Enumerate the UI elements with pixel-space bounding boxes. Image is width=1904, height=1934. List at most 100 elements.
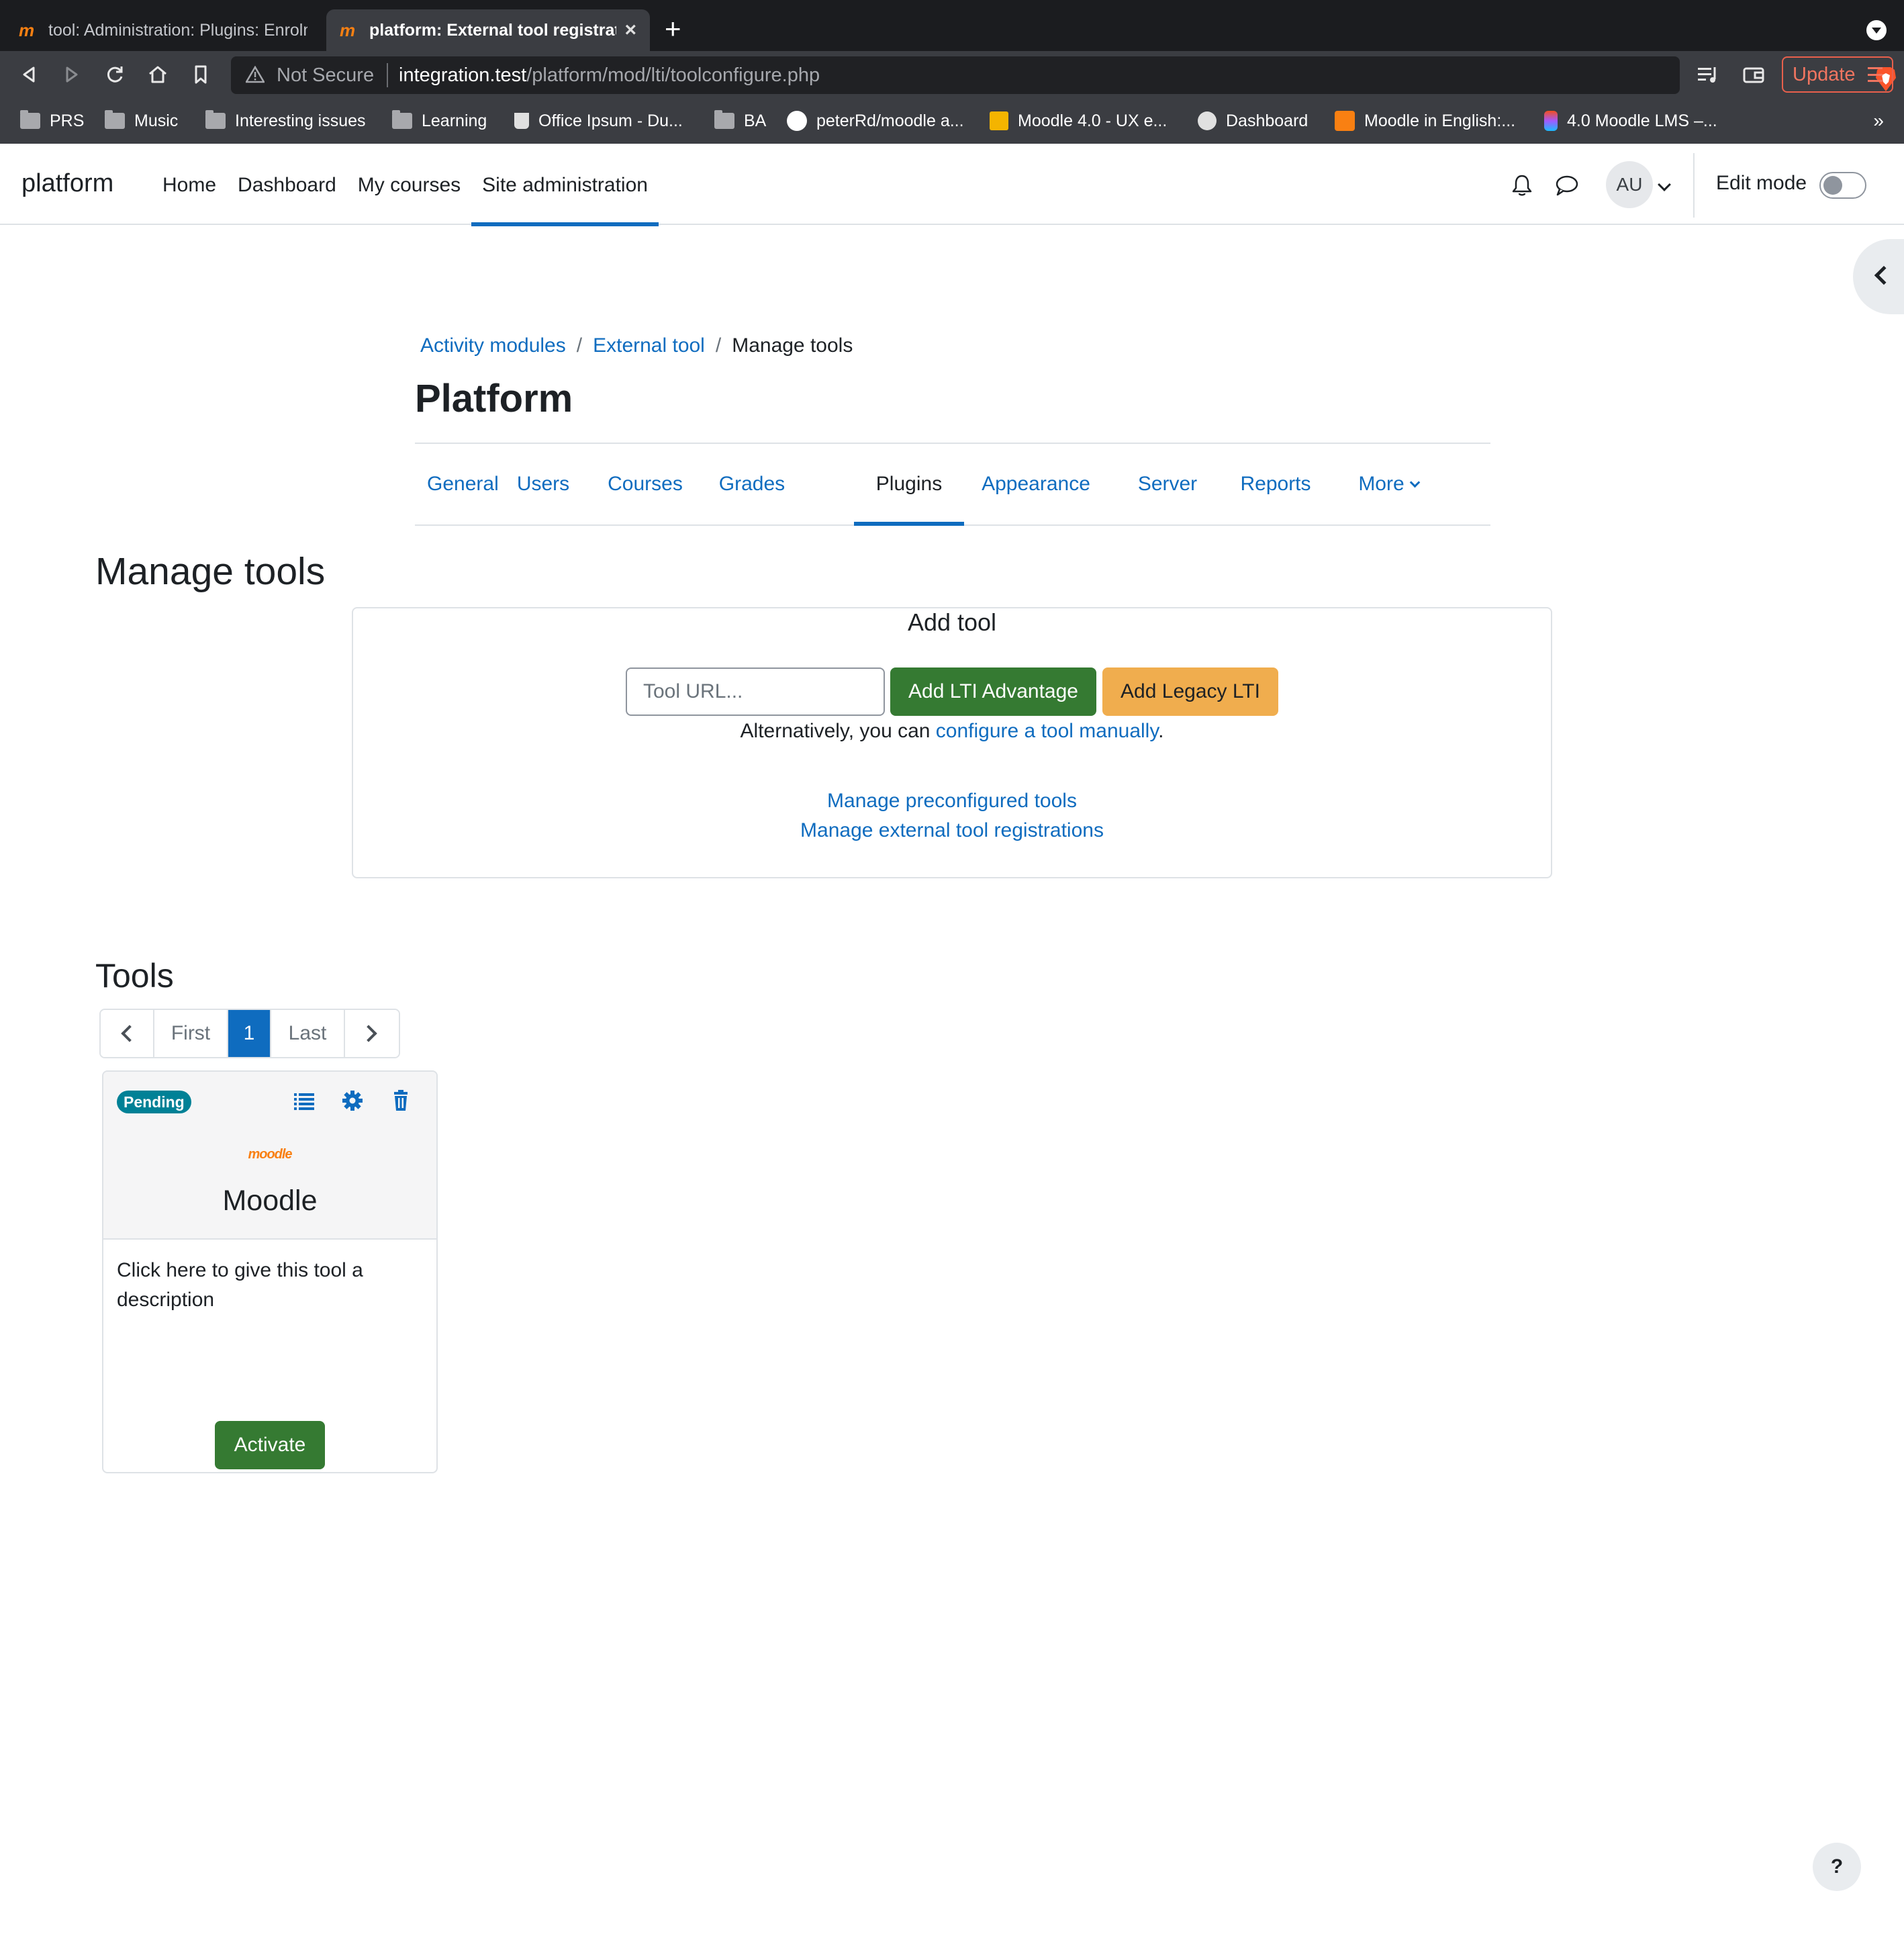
nav-my-courses[interactable]: My courses (347, 144, 471, 225)
configure-manually-link[interactable]: configure a tool manually (936, 720, 1158, 742)
secondary-navigation: General Users Courses Grades Plugins App… (415, 444, 1490, 526)
pagination: First 1 Last (99, 1009, 400, 1058)
url-separator (387, 63, 388, 87)
chevron-left-icon (1874, 265, 1894, 285)
folder-icon (205, 110, 226, 129)
bookmark-item[interactable]: Interesting issues (205, 107, 366, 134)
help-button[interactable]: ? (1813, 1843, 1861, 1891)
add-tool-title: Add tool (907, 608, 997, 636)
slides-icon (990, 111, 1008, 130)
tab-plugins[interactable]: Plugins (854, 444, 964, 526)
bookmark-item[interactable]: BA (714, 107, 766, 134)
globe-icon (1198, 111, 1217, 130)
tab-general[interactable]: General (427, 444, 499, 524)
url-text: integration.test/platform/mod/lti/toolco… (399, 64, 820, 86)
bookmark-item[interactable]: Learning (392, 107, 487, 134)
user-avatar[interactable]: AU (1606, 161, 1653, 208)
pagination-previous[interactable] (101, 1010, 154, 1057)
breadcrumb-activity-modules[interactable]: Activity modules (420, 334, 566, 357)
messages-icon[interactable] (1555, 175, 1579, 196)
manage-preconfigured-tools-link[interactable]: Manage preconfigured tools (0, 790, 1904, 813)
primary-navigation: Home Dashboard My courses Site administr… (152, 144, 659, 226)
tab-courses[interactable]: Courses (603, 444, 687, 524)
address-bar[interactable]: Not Secure integration.test/platform/mod… (231, 56, 1896, 94)
tab-reports[interactable]: Reports (1233, 444, 1319, 524)
nav-site-administration[interactable]: Site administration (471, 144, 659, 226)
manage-external-tool-registrations-link[interactable]: Manage external tool registrations (0, 819, 1904, 842)
close-tab-icon[interactable]: × (624, 19, 636, 42)
notifications-bell-icon[interactable] (1511, 173, 1533, 197)
bookmark-icon[interactable] (189, 63, 212, 86)
browser-tab-active[interactable]: m platform: External tool registratio × (326, 9, 650, 51)
back-icon[interactable] (17, 63, 40, 86)
playlist-icon[interactable] (1696, 63, 1720, 86)
figma-icon (1544, 111, 1558, 131)
breadcrumb-separator: / (715, 334, 722, 357)
warning-icon (246, 66, 265, 83)
breadcrumb-external-tool[interactable]: External tool (593, 334, 705, 357)
pagination-last[interactable]: Last (271, 1010, 345, 1057)
bookmark-item[interactable]: Music (105, 107, 178, 134)
bookmark-item[interactable]: Dashboard (1198, 107, 1308, 134)
update-button[interactable]: Update (1782, 56, 1893, 93)
status-badge: Pending (117, 1091, 191, 1113)
nav-home[interactable]: Home (152, 144, 227, 225)
bookmark-item[interactable]: PRS (20, 107, 84, 134)
site-brand[interactable]: platform (21, 169, 113, 198)
bookmark-item[interactable]: Moodle 4.0 - UX e... (990, 107, 1167, 134)
bookmarks-overflow-icon[interactable]: » (1873, 110, 1884, 132)
breadcrumb: Activity modules / External tool / Manage to… (420, 334, 853, 357)
coffee-icon (514, 113, 529, 129)
menu-icon (1868, 67, 1883, 82)
edit-mode-toggle[interactable] (1819, 172, 1866, 199)
open-block-drawer-button[interactable] (1853, 239, 1904, 314)
chevron-down-icon[interactable] (1658, 178, 1671, 191)
reload-icon[interactable] (103, 63, 126, 86)
bookmark-item[interactable]: Moodle in English:... (1335, 107, 1515, 134)
tab-server[interactable]: Server (1132, 444, 1203, 524)
new-tab-icon[interactable]: + (665, 15, 681, 43)
bookmark-item[interactable]: peterRd/moodle a... (787, 107, 964, 134)
toggle-knob (1823, 176, 1842, 195)
manage-tools-heading: Manage tools (95, 550, 326, 593)
chevron-down-icon (1409, 477, 1420, 488)
list-icon[interactable] (293, 1089, 316, 1112)
bookmark-item[interactable]: Office Ipsum - Du... (512, 107, 683, 134)
tab-grades[interactable]: Grades (716, 444, 788, 524)
tab-appearance[interactable]: Appearance (978, 444, 1094, 524)
tools-heading: Tools (95, 957, 174, 995)
pagination-next[interactable] (345, 1010, 399, 1057)
forward-icon[interactable] (60, 63, 83, 86)
moodle-favicon-icon: m (340, 20, 356, 40)
navbar-divider (1693, 153, 1695, 218)
page-title: Platform (415, 377, 573, 420)
primary-navbar: platform Home Dashboard My courses Site … (0, 144, 1904, 226)
trash-icon[interactable] (389, 1089, 412, 1112)
folder-icon (20, 110, 40, 129)
gear-icon[interactable] (341, 1089, 364, 1112)
tab-more[interactable]: More (1348, 444, 1429, 524)
pagination-current-page[interactable]: 1 (228, 1010, 271, 1057)
nav-dashboard[interactable]: Dashboard (227, 144, 347, 225)
tab-users[interactable]: Users (513, 444, 573, 524)
tab-search-icon[interactable] (1866, 20, 1887, 40)
browser-toolbar: Not Secure integration.test/platform/mod… (0, 51, 1904, 98)
moodle-logo-icon: moodle (248, 1147, 292, 1162)
home-icon[interactable] (146, 63, 169, 86)
tool-card-header: Pending moodle Moodle (103, 1072, 436, 1240)
tab-title: tool: Administration: Plugins: Enrolm (48, 20, 307, 40)
tool-description[interactable]: Click here to give this tool a descripti… (117, 1256, 399, 1315)
add-lti-advantage-button[interactable]: Add LTI Advantage (890, 667, 1096, 716)
bookmark-item[interactable]: 4.0 Moodle LMS –... (1541, 107, 1717, 134)
pagination-first[interactable]: First (154, 1010, 228, 1057)
tool-url-input[interactable] (626, 667, 885, 716)
breadcrumb-current: Manage tools (732, 334, 853, 357)
moodle-favicon-icon: m (19, 20, 35, 40)
moodle-favicon-icon (1335, 111, 1355, 131)
browser-tab-inactive[interactable]: m tool: Administration: Plugins: Enrolm (5, 9, 321, 51)
activate-button[interactable]: Activate (215, 1421, 325, 1469)
wallet-icon[interactable] (1742, 63, 1766, 86)
bookmarks-bar: PRS Music Interesting issues Learning Of… (0, 98, 1904, 144)
add-legacy-lti-button[interactable]: Add Legacy LTI (1102, 667, 1278, 716)
breadcrumb-separator: / (576, 334, 583, 357)
